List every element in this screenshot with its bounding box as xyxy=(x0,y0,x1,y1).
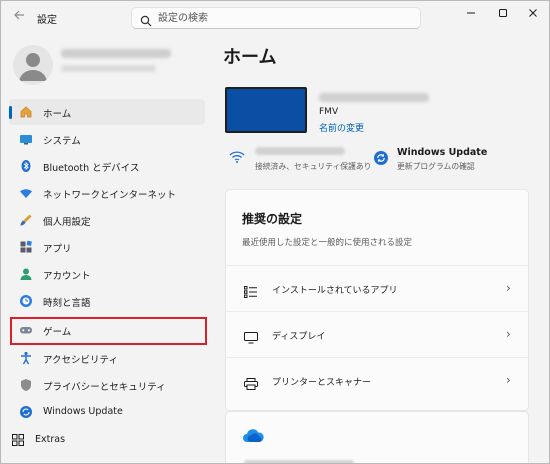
extras-icon xyxy=(11,433,25,447)
display-icon xyxy=(244,329,258,344)
chevron-right-icon: › xyxy=(506,281,511,295)
sidebar-item-system[interactable]: システム xyxy=(9,126,205,152)
account-icon xyxy=(19,267,33,281)
sidebar-item-apps[interactable]: アプリ xyxy=(9,234,205,260)
windows-update-status-icon xyxy=(373,150,389,170)
sidebar-item-privacy[interactable]: プライバシーとセキュリティ xyxy=(9,372,205,398)
recommended-subtitle: 最近使用した設定と一般的に使用される設定 xyxy=(242,238,413,248)
network-name-redacted xyxy=(255,147,345,155)
bluetooth-icon xyxy=(19,159,33,173)
profile-email-redacted xyxy=(61,65,156,72)
privacy-shield-icon xyxy=(19,378,33,392)
installed-apps-icon xyxy=(244,283,258,298)
device-image xyxy=(225,87,307,133)
onedrive-cloud-icon xyxy=(242,428,264,448)
sidebar-item-bluetooth[interactable]: Bluetooth とデバイス xyxy=(9,153,205,179)
sidebar-item-time-language[interactable]: 時刻と言語 xyxy=(9,288,205,314)
profile-name-redacted xyxy=(61,49,171,58)
highlight-box xyxy=(10,317,207,345)
close-icon[interactable] xyxy=(520,5,546,21)
windows-update-icon xyxy=(19,405,33,419)
chevron-right-icon: › xyxy=(506,327,511,341)
back-arrow-icon[interactable] xyxy=(9,9,29,27)
recommended-title: 推奨の設定 xyxy=(242,212,303,226)
recommended-row-display[interactable]: ディスプレイ › xyxy=(226,311,528,357)
printer-icon xyxy=(244,375,258,390)
recommended-row-printers[interactable]: プリンターとスキャナー › xyxy=(226,357,528,403)
settings-window: 設定 ホーム xyxy=(0,0,550,464)
recommended-settings-card: 推奨の設定 最近使用した設定と一般的に使用される設定 インストールされているアプ… xyxy=(225,189,529,411)
cloud-storage-title-cropped xyxy=(244,460,354,463)
personalization-icon xyxy=(19,213,33,227)
recommended-row-installed-apps[interactable]: インストールされているアプリ › xyxy=(226,265,528,311)
sidebar-item-account[interactable]: アカウント xyxy=(9,261,205,287)
cloud-storage-card xyxy=(225,411,529,463)
network-icon xyxy=(19,186,33,200)
time-language-icon xyxy=(19,294,33,308)
home-icon xyxy=(19,105,33,119)
accessibility-icon xyxy=(19,351,33,365)
maximize-icon[interactable] xyxy=(490,5,516,21)
sidebar-item-windows-update[interactable]: Windows Update xyxy=(9,399,205,425)
page-title: ホーム xyxy=(223,47,277,68)
search-box[interactable] xyxy=(131,7,421,29)
device-model: FMV xyxy=(319,107,339,117)
system-icon xyxy=(19,132,33,146)
windows-update-title[interactable]: Windows Update xyxy=(397,147,487,158)
rename-link[interactable]: 名前の変更 xyxy=(319,121,364,134)
wifi-icon xyxy=(229,149,245,168)
apps-icon xyxy=(19,240,33,254)
sidebar-item-home[interactable]: ホーム xyxy=(9,99,205,125)
search-input[interactable] xyxy=(158,11,408,25)
device-name-redacted xyxy=(319,93,429,102)
sidebar-item-extras[interactable]: Extras xyxy=(1,427,197,453)
sidebar-item-network[interactable]: ネットワークとインターネット xyxy=(9,180,205,206)
network-status: 接続済み、セキュリティ保護あり xyxy=(255,162,372,171)
sidebar-item-personalization[interactable]: 個人用設定 xyxy=(9,207,205,233)
title-bar: 設定 xyxy=(1,1,549,35)
sidebar-item-accessibility[interactable]: アクセシビリティ xyxy=(9,345,205,371)
chevron-right-icon: › xyxy=(506,373,511,387)
avatar[interactable] xyxy=(13,45,53,85)
windows-update-subtitle: 更新プログラムの確認 xyxy=(397,162,475,171)
search-icon xyxy=(140,12,152,27)
app-title: 設定 xyxy=(37,15,57,26)
minimize-icon[interactable] xyxy=(458,5,484,21)
